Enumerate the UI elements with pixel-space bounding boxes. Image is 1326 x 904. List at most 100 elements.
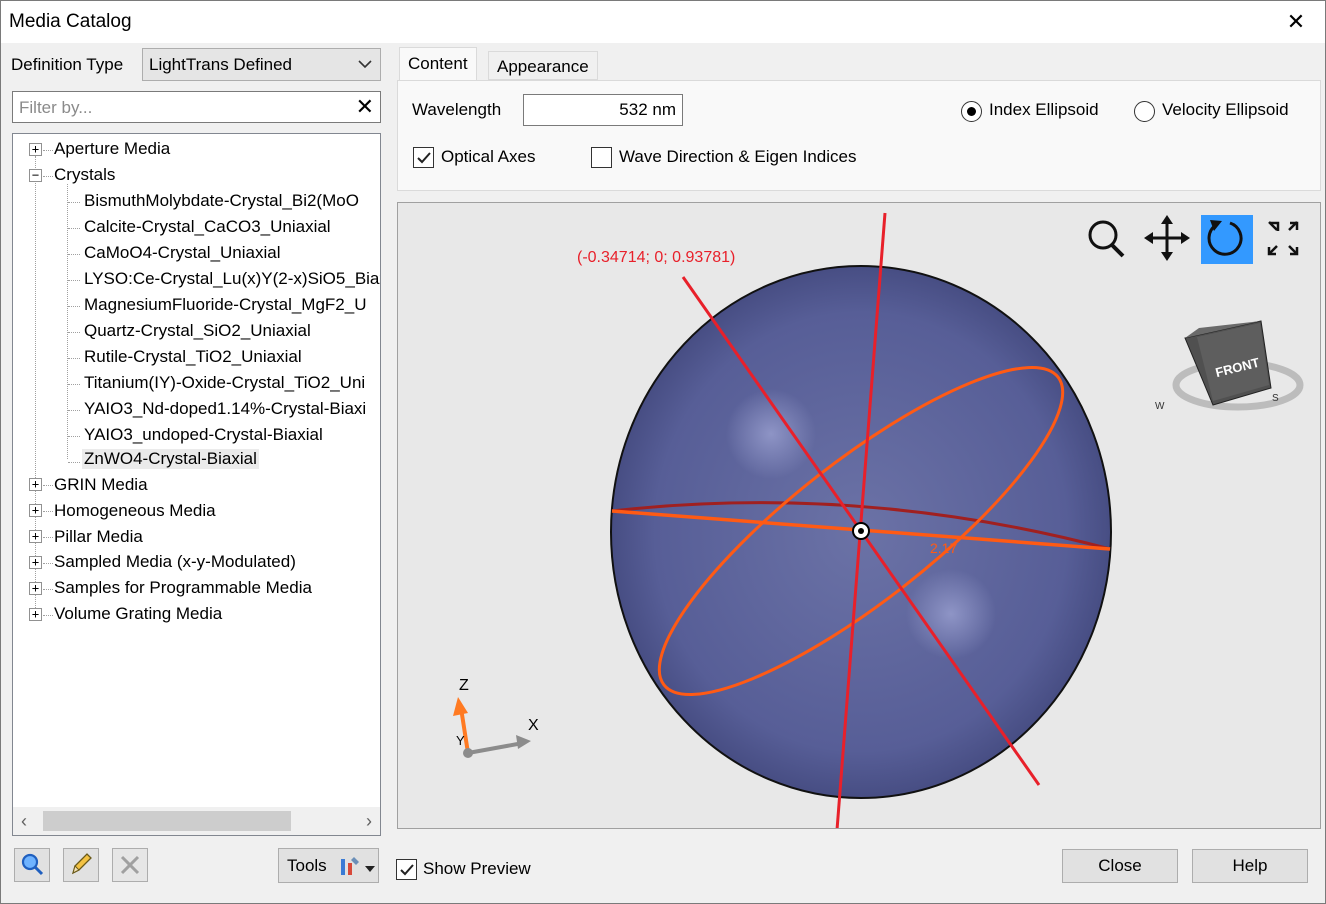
filter-placeholder: Filter by... [19,98,93,117]
ellipsoid-preview[interactable]: (-0.34714; 0; 0.93781) 2.17 FRONT W S Z … [397,202,1321,829]
title-bar: Media Catalog ✕ [1,1,1325,43]
wavelength-input[interactable]: 532 nm [523,94,683,126]
chevron-down-icon [358,60,372,69]
tree-connector [43,563,53,564]
scrollbar-thumb[interactable] [43,811,291,831]
tree-item-crystal[interactable]: YAIO3_undoped-Crystal-Biaxial [84,425,323,445]
tree-item-homogeneous-media[interactable]: Homogeneous Media [54,501,216,521]
tree-item-volume-grating-media[interactable]: Volume Grating Media [54,604,222,624]
delete-button[interactable] [112,848,148,882]
optical-axes-label[interactable]: Optical Axes [441,147,536,167]
collapse-icon[interactable]: − [29,169,42,182]
fullscreen-icon[interactable] [1267,221,1299,256]
definition-type-dropdown[interactable]: LightTrans Defined [142,48,381,81]
scroll-right-icon[interactable]: › [366,811,372,832]
tree-item-crystal[interactable]: Titanium(IY)-Oxide-Crystal_TiO2_Uni [84,373,365,393]
expand-icon[interactable]: + [29,608,42,621]
expand-icon[interactable]: + [29,582,42,595]
tree-item-crystals[interactable]: Crystals [54,165,115,185]
tree-item-aperture-media[interactable]: Aperture Media [54,139,170,159]
axis-z-label: Z [459,677,469,694]
expand-icon[interactable]: + [29,478,42,491]
tree-item-programmable-media[interactable]: Samples for Programmable Media [54,578,312,598]
pan-icon[interactable] [1144,215,1190,261]
filter-input[interactable]: Filter by... ✕ [12,91,381,123]
tree-item-pillar-media[interactable]: Pillar Media [54,527,143,547]
tree-item-crystal[interactable]: Rutile-Crystal_TiO2_Uniaxial [84,347,302,367]
checkmark-icon [417,152,431,164]
axis-gizmo: Z X Y [453,677,539,758]
show-preview-checkbox[interactable] [396,859,417,880]
window-title: Media Catalog [9,11,132,32]
scroll-left-icon[interactable]: ‹ [21,811,27,832]
index-ellipsoid-radio[interactable] [961,101,982,122]
tree-connector [68,358,80,359]
wavelength-value: 532 nm [619,100,676,119]
tab-appearance[interactable]: Appearance [488,51,598,80]
tab-content[interactable]: Content [399,47,477,81]
tree-item-sampled-media[interactable]: Sampled Media (x-y-Modulated) [54,552,296,572]
tree-item-crystal[interactable]: YAIO3_Nd-doped1.14%-Crystal-Biaxi [84,399,366,419]
tree-connector [68,462,80,463]
axis-x-label: X [528,717,539,734]
definition-type-label: Definition Type [11,55,124,74]
view-cube-compass-letter: S [1272,393,1279,404]
optical-axes-checkbox[interactable] [413,147,434,168]
view-cube[interactable]: FRONT W S [1155,320,1304,412]
ellipsoid-3d-view: (-0.34714; 0; 0.93781) 2.17 FRONT W S Z … [453,212,1304,828]
media-catalog-window: Media Catalog ✕ Definition Type LightTra… [0,0,1326,904]
wave-direction-checkbox[interactable] [591,147,612,168]
expand-icon[interactable]: + [29,504,42,517]
small-index-label: 2.17 [930,540,957,556]
expand-icon[interactable]: + [29,556,42,569]
tools-icon [341,857,359,875]
tree-connector [68,384,80,385]
tree-connector [43,537,53,538]
window-close-icon[interactable]: ✕ [1281,7,1311,37]
axis-y-label: Y [456,733,465,748]
edit-button[interactable] [63,848,99,882]
tree-item-crystal-selected[interactable]: ZnWO4-Crystal-Biaxial [82,449,259,469]
tree-connector [43,615,53,616]
zoom-icon[interactable] [1088,220,1125,258]
media-tree[interactable]: + Aperture Media − Crystals BismuthMolyb… [12,133,381,836]
expand-icon[interactable]: + [29,530,42,543]
tree-item-crystal[interactable]: LYSO:Ce-Crystal_Lu(x)Y(2-x)SiO5_Biax [84,269,380,289]
tree-connector [68,280,80,281]
tree-connector [67,184,68,459]
index-ellipsoid-label[interactable]: Index Ellipsoid [989,100,1099,120]
clear-filter-icon[interactable]: ✕ [356,94,374,120]
expand-icon[interactable]: + [29,143,42,156]
view-cube-compass-letter: W [1155,401,1165,412]
delete-icon [120,855,140,875]
tree-item-crystal[interactable]: MagnesiumFluoride-Crystal_MgF2_U [84,295,366,315]
radio-dot [967,107,976,116]
velocity-ellipsoid-radio[interactable] [1134,101,1155,122]
tree-connector [43,589,53,590]
show-preview-label[interactable]: Show Preview [423,859,531,879]
help-button[interactable]: Help [1192,849,1308,883]
wave-direction-label[interactable]: Wave Direction & Eigen Indices [619,147,856,167]
tree-item-grin-media[interactable]: GRIN Media [54,475,148,495]
tree-connector [43,176,53,177]
tree-connector [43,511,53,512]
pencil-icon [71,853,92,875]
close-button[interactable]: Close [1062,849,1178,883]
tree-connector [68,332,80,333]
search-button[interactable] [14,848,50,882]
tree-connector [35,156,36,616]
definition-type-value: LightTrans Defined [149,55,293,74]
tools-button[interactable]: Tools [278,848,379,883]
tree-item-crystal[interactable]: BismuthMolybdate-Crystal_Bi2(MoO [84,191,359,211]
tree-connector [68,436,80,437]
tree-connector [68,410,80,411]
search-icon [21,853,44,876]
velocity-ellipsoid-label[interactable]: Velocity Ellipsoid [1162,100,1289,120]
center-marker [858,528,864,534]
tree-item-crystal[interactable]: Calcite-Crystal_CaCO3_Uniaxial [84,217,331,237]
tree-item-crystal[interactable]: Quartz-Crystal_SiO2_Uniaxial [84,321,311,341]
tools-label: Tools [287,856,327,875]
tree-item-crystal[interactable]: CaMoO4-Crystal_Uniaxial [84,243,281,263]
tree-horizontal-scrollbar[interactable]: ‹ › [13,807,380,835]
coordinate-label: (-0.34714; 0; 0.93781) [577,249,735,266]
